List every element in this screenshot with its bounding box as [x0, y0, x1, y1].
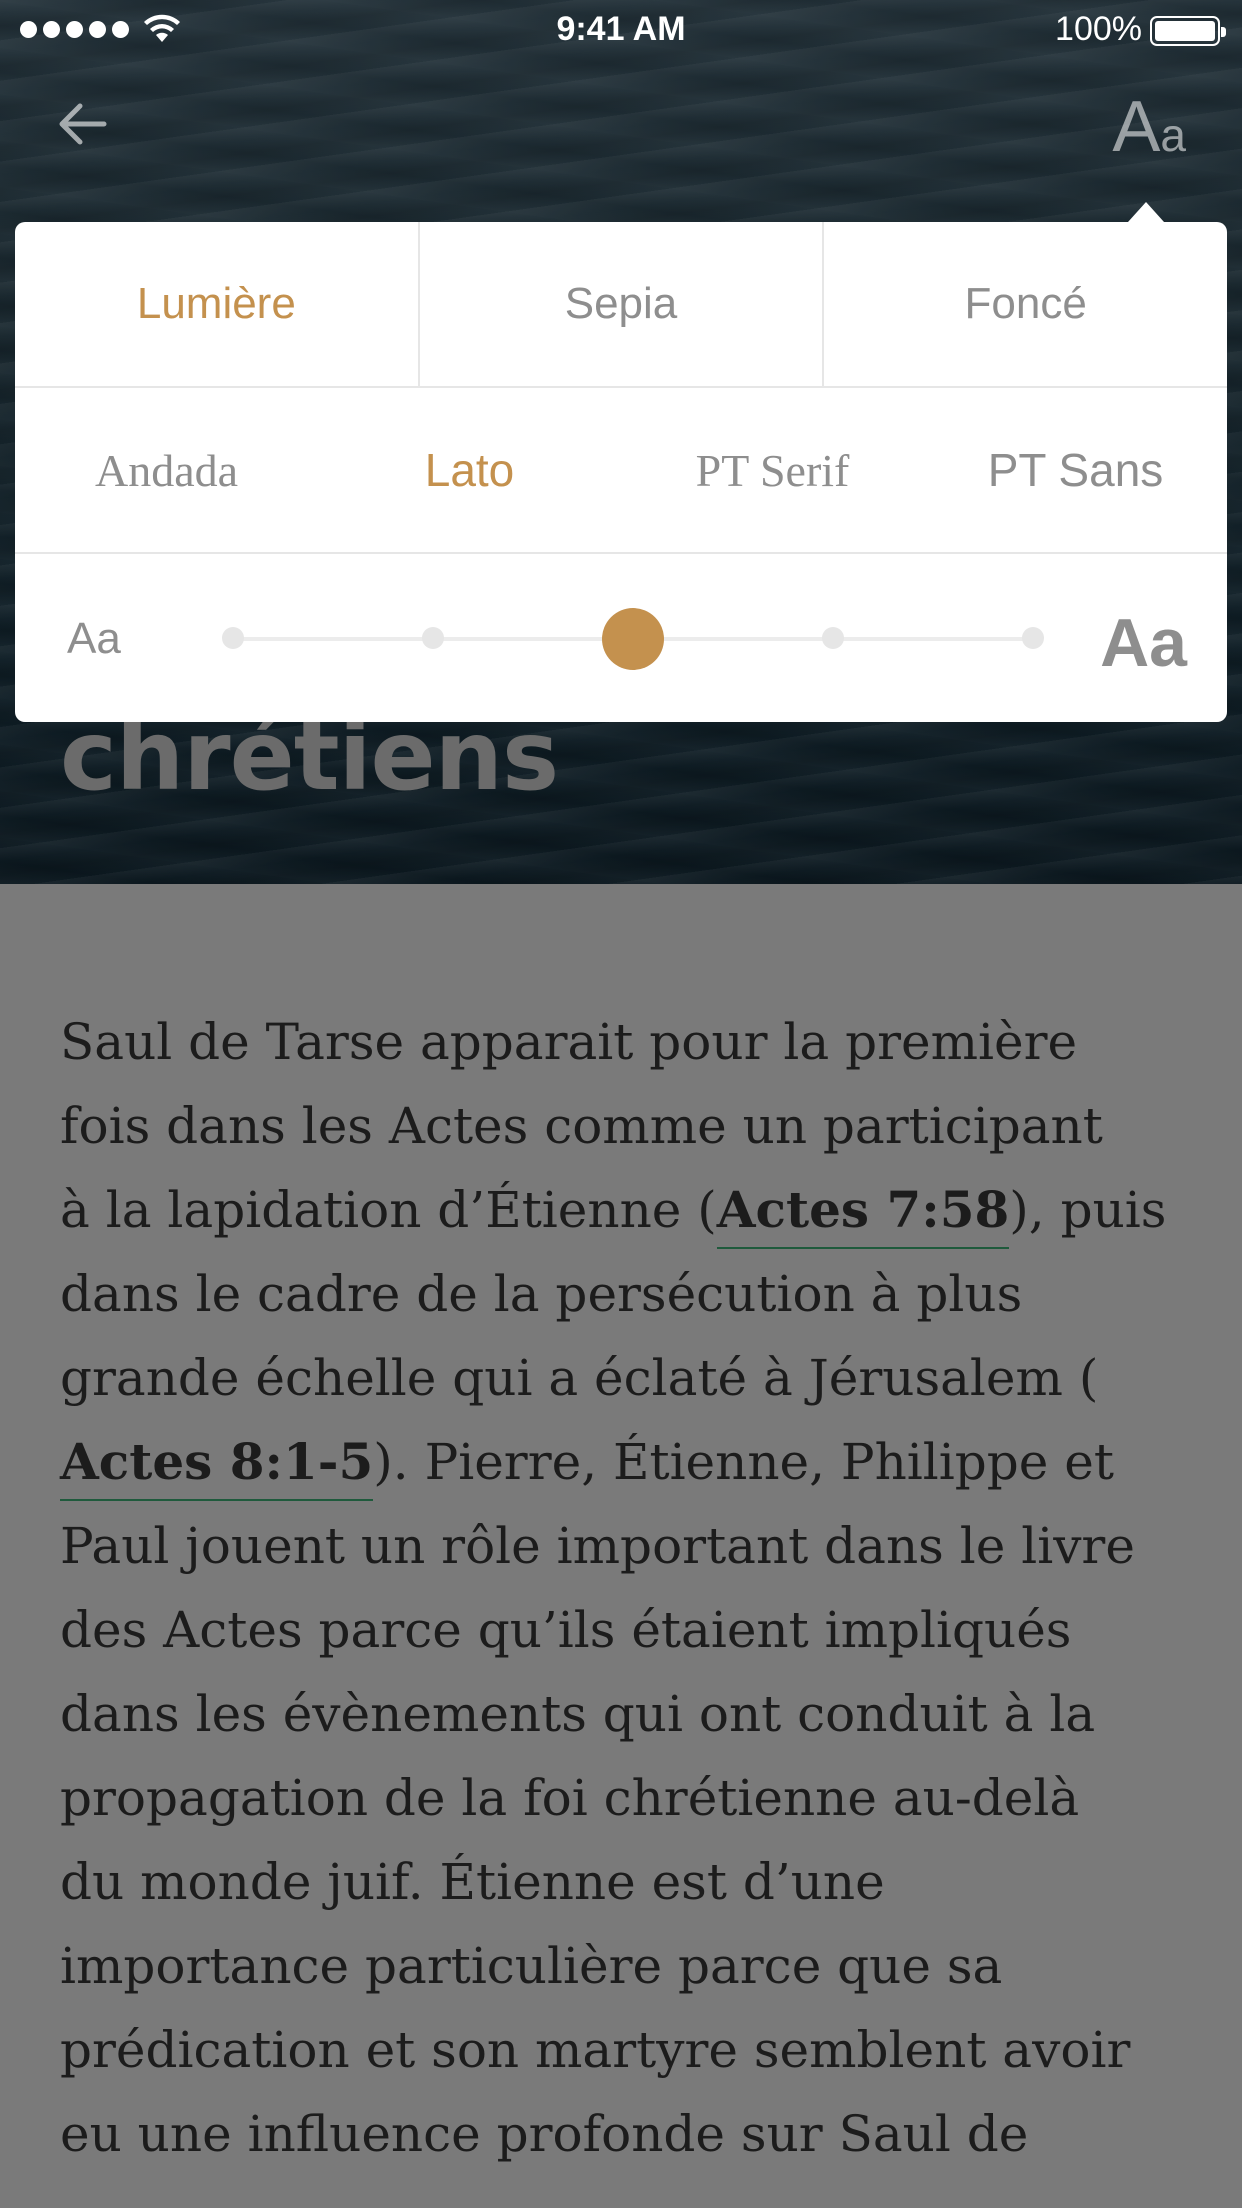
typography-label-big: A: [1112, 87, 1161, 167]
article-line: des Actes parce qu’ils étaient impliqués: [60, 1601, 1072, 1659]
article-line: eu une influence profonde sur Saul de: [60, 2105, 1029, 2163]
arrow-left-icon[interactable]: [54, 96, 110, 152]
text-size-slider-stop[interactable]: [1022, 627, 1044, 649]
article-line: Paul jouent un rôle important dans le li…: [60, 1517, 1135, 1575]
font-option-pt-sans[interactable]: PT Sans: [924, 388, 1227, 552]
typography-label-small: a: [1160, 109, 1186, 161]
text-size-control: Aa Aa: [15, 554, 1227, 722]
article-line: Actes 8:1-5). Pierre, Étienne, Philippe …: [60, 1420, 1190, 1504]
article-body: Saul de Tarse apparait pour la première f…: [60, 1000, 1190, 2176]
theme-option-sepia[interactable]: Sepia: [417, 222, 823, 386]
theme-selector: Lumière Sepia Foncé: [15, 222, 1227, 388]
text-size-large-label: Aa: [1100, 605, 1187, 681]
text-size-slider-thumb[interactable]: [602, 608, 664, 670]
article-line: à la lapidation d’Étienne (Actes 7:58), …: [60, 1168, 1190, 1252]
text-size-slider-stop[interactable]: [822, 627, 844, 649]
battery-percent: 100%: [1055, 10, 1142, 48]
bible-reference-link[interactable]: Actes 7:58: [716, 1180, 1010, 1249]
font-selector: Andada Lato PT Serif PT Sans: [15, 388, 1227, 554]
battery-icon: [1150, 16, 1226, 46]
bible-reference-link[interactable]: Actes 8:1-5: [60, 1432, 374, 1501]
article-line: importance particulière parce que sa: [60, 1937, 1003, 1995]
article-line: dans le cadre de la persécution à plus: [60, 1265, 1023, 1323]
article-line: grande échelle qui a éclaté à Jérusalem …: [60, 1349, 1099, 1407]
article-line: du monde juif. Étienne est d’une: [60, 1853, 885, 1911]
typography-settings-button[interactable]: Aa: [1112, 86, 1186, 168]
article-line: dans les évènements qui ont conduit à la: [60, 1685, 1096, 1743]
font-option-lato[interactable]: Lato: [318, 388, 621, 552]
font-option-andada[interactable]: Andada: [15, 388, 318, 552]
text-size-slider[interactable]: [222, 608, 1044, 670]
popover-arrow: [1128, 202, 1164, 222]
status-bar: 9:41 AM 100%: [0, 0, 1242, 60]
article-line: prédication et son martyre semblent avoi…: [60, 2021, 1131, 2079]
text-size-slider-stop[interactable]: [222, 627, 244, 649]
theme-option-lumiere[interactable]: Lumière: [15, 222, 418, 386]
article-line: Saul de Tarse apparait pour la première: [60, 1013, 1078, 1071]
article-line: propagation de la foi chrétienne au-delà: [60, 1769, 1080, 1827]
theme-option-fonce[interactable]: Foncé: [822, 222, 1227, 386]
text-size-small-label: Aa: [67, 614, 121, 663]
article-line: fois dans les Actes comme un participant: [60, 1097, 1103, 1155]
font-option-pt-serif[interactable]: PT Serif: [621, 388, 924, 552]
reader-settings-popover: Lumière Sepia Foncé Andada Lato PT Serif…: [15, 222, 1227, 722]
text-size-slider-stop[interactable]: [422, 627, 444, 649]
